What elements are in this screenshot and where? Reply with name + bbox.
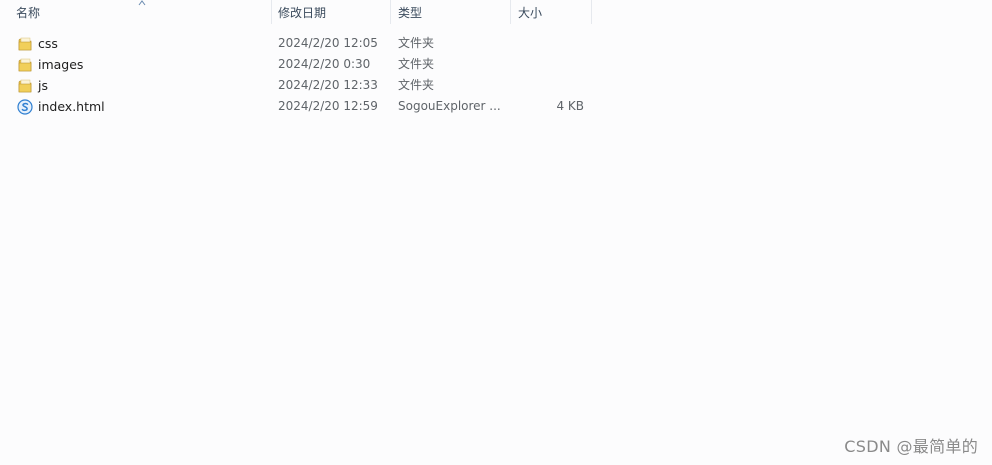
file-list: css 2024/2/20 12:05 文件夹 images 2024/2/20… bbox=[0, 33, 600, 117]
file-size bbox=[512, 54, 584, 75]
file-type: 文件夹 bbox=[398, 36, 435, 50]
file-explorer-view: 名称 修改日期 类型 大小 css 2024/2/20 12:05 文件夹 im… bbox=[0, 0, 992, 465]
file-date: 2024/2/20 12:59 bbox=[278, 99, 378, 113]
file-row[interactable]: images 2024/2/20 0:30 文件夹 bbox=[0, 54, 600, 75]
column-header-size[interactable]: 大小 bbox=[512, 0, 592, 24]
column-header-date-label: 修改日期 bbox=[278, 6, 327, 20]
file-name: js bbox=[38, 78, 48, 93]
folder-icon bbox=[18, 58, 32, 72]
file-size: 4 KB bbox=[556, 99, 584, 113]
column-header-name-label: 名称 bbox=[16, 6, 41, 20]
file-size bbox=[512, 33, 584, 54]
file-type: 文件夹 bbox=[398, 57, 435, 71]
file-name: index.html bbox=[38, 99, 105, 114]
file-row[interactable]: index.html 2024/2/20 12:59 SogouExplorer… bbox=[0, 96, 600, 117]
column-header-type-label: 类型 bbox=[398, 6, 423, 20]
column-header-bar: 名称 修改日期 类型 大小 bbox=[0, 0, 592, 24]
column-header-size-label: 大小 bbox=[518, 6, 543, 20]
file-date: 2024/2/20 0:30 bbox=[278, 57, 371, 71]
file-row[interactable]: css 2024/2/20 12:05 文件夹 bbox=[0, 33, 600, 54]
column-header-type[interactable]: 类型 bbox=[392, 0, 511, 24]
column-header-date[interactable]: 修改日期 bbox=[272, 0, 391, 24]
file-row[interactable]: js 2024/2/20 12:33 文件夹 bbox=[0, 75, 600, 96]
sort-ascending-icon bbox=[138, 0, 146, 6]
file-type: 文件夹 bbox=[398, 78, 435, 92]
folder-icon bbox=[18, 37, 32, 51]
file-name: css bbox=[38, 36, 58, 51]
file-type: SogouExplorer ... bbox=[398, 99, 501, 113]
file-size bbox=[512, 75, 584, 96]
folder-icon bbox=[18, 79, 32, 93]
sogou-browser-file-icon bbox=[17, 99, 33, 115]
file-name: images bbox=[38, 57, 84, 72]
file-date: 2024/2/20 12:05 bbox=[278, 36, 378, 50]
watermark: CSDN @最简单的 bbox=[844, 437, 978, 456]
file-date: 2024/2/20 12:33 bbox=[278, 78, 378, 92]
